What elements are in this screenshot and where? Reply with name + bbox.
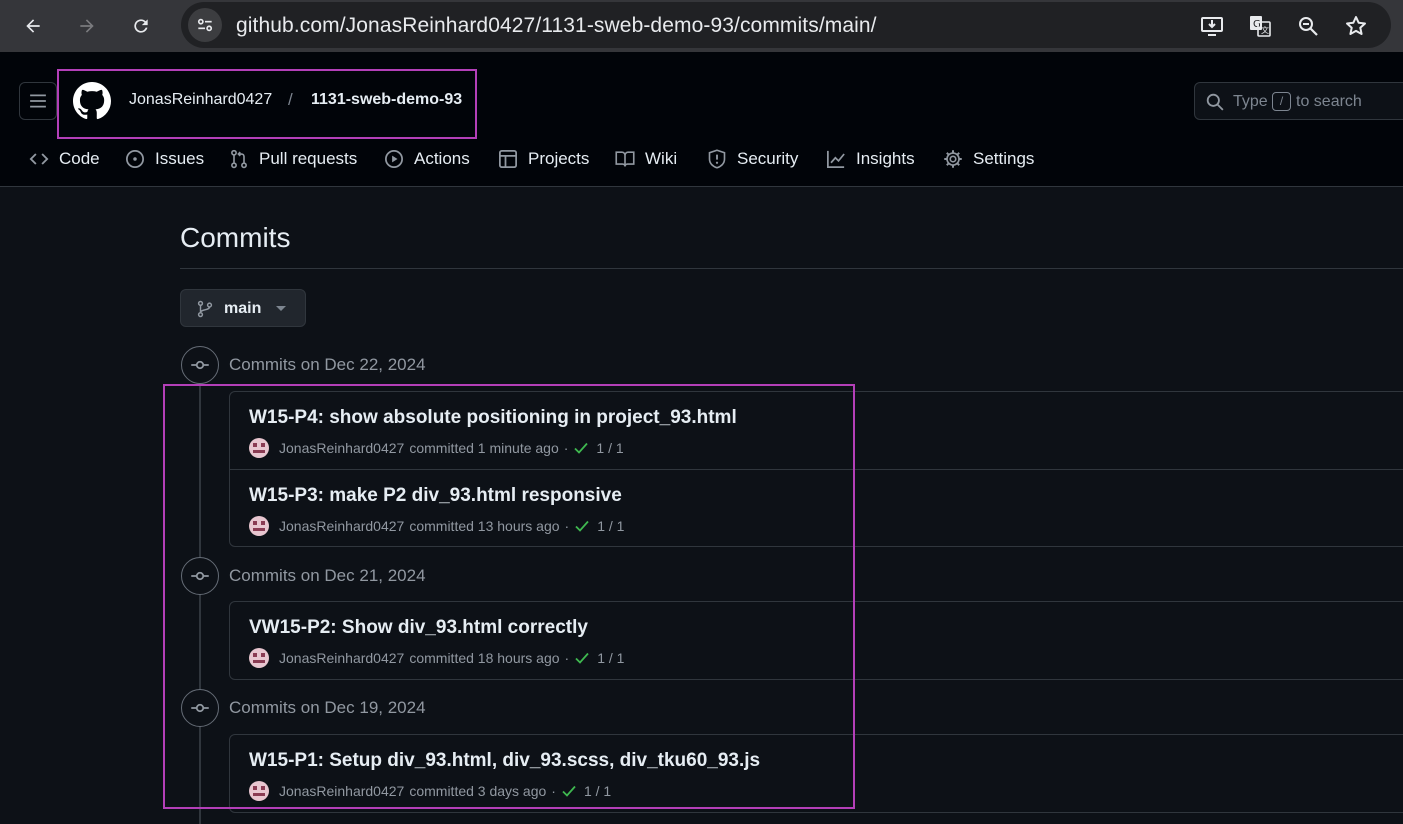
url-text[interactable]: github.com/JonasReinhard0427/1131-sweb-d… (236, 14, 877, 38)
forward-button[interactable] (70, 9, 104, 43)
table-icon (499, 150, 517, 168)
tab-security[interactable]: Security (707, 146, 798, 172)
branch-icon (197, 300, 213, 318)
tab-label: Code (59, 149, 100, 168)
star-icon (1346, 16, 1366, 35)
chevron-down-icon (276, 306, 286, 311)
play-icon (385, 150, 403, 168)
search-shortcut-key: / (1272, 92, 1291, 111)
arrow-left-icon (26, 19, 40, 33)
tab-label: Security (737, 149, 799, 168)
zoom-icon (1299, 17, 1318, 36)
browser-toolbar: github.com/JonasReinhard0427/1131-sweb-d… (0, 0, 1403, 52)
bookmark-button[interactable] (1342, 12, 1370, 40)
commit-icon (191, 360, 209, 370)
arrow-right-icon (80, 19, 94, 33)
hamburger-icon (30, 94, 46, 108)
issue-icon (126, 150, 144, 168)
svg-text:G: G (1253, 19, 1261, 30)
translate-button[interactable]: G文 (1246, 12, 1274, 40)
zoom-button[interactable] (1294, 12, 1322, 40)
tab-code[interactable]: Code (29, 146, 100, 172)
search-input[interactable]: Type / to search (1194, 82, 1403, 120)
site-info-button[interactable] (188, 8, 222, 42)
install-app-button[interactable] (1198, 12, 1226, 40)
tab-label: Insights (856, 149, 915, 168)
highlight-box-repo (57, 69, 477, 139)
tab-actions[interactable]: Actions (384, 146, 470, 172)
reload-button[interactable] (124, 9, 158, 43)
search-placeholder-type: Type (1233, 93, 1268, 110)
back-button[interactable] (16, 9, 50, 43)
tab-label: Wiki (645, 149, 678, 168)
tab-issues[interactable]: Issues (125, 146, 204, 172)
page-title: Commits (180, 222, 291, 253)
shield-icon (708, 149, 726, 169)
tab-wiki[interactable]: Wiki (615, 146, 677, 172)
title-divider (180, 268, 1403, 269)
pull-request-icon (231, 149, 247, 169)
svg-text:文: 文 (1261, 25, 1269, 35)
menu-button[interactable] (19, 82, 57, 120)
book-icon (615, 151, 635, 167)
search-placeholder-rest: to search (1296, 93, 1362, 110)
address-bar[interactable]: github.com/JonasReinhard0427/1131-sweb-d… (181, 2, 1391, 48)
tab-projects[interactable]: Projects (498, 146, 589, 172)
code-icon (29, 153, 49, 165)
reload-icon (134, 19, 148, 33)
tab-label: Issues (155, 149, 205, 168)
tab-label: Pull requests (259, 149, 358, 168)
tab-pull-requests[interactable]: Pull requests (229, 146, 357, 172)
commit-group-node (181, 346, 219, 384)
tab-settings[interactable]: Settings (943, 146, 1034, 172)
branch-select-button[interactable]: main (180, 289, 306, 327)
tab-label: Projects (528, 149, 590, 168)
tab-insights[interactable]: Insights (826, 146, 915, 172)
tune-icon (197, 18, 213, 32)
branch-name: main (224, 300, 262, 317)
search-icon (1206, 93, 1224, 111)
tab-label: Actions (414, 149, 470, 168)
translate-icon: G文 (1250, 16, 1271, 37)
gear-icon (944, 150, 962, 168)
tab-label: Settings (973, 149, 1035, 168)
commit-group-date: Commits on Dec 22, 2024 (229, 355, 426, 374)
install-icon (1201, 17, 1223, 36)
highlight-box-commits (163, 384, 855, 809)
graph-icon (827, 150, 845, 168)
